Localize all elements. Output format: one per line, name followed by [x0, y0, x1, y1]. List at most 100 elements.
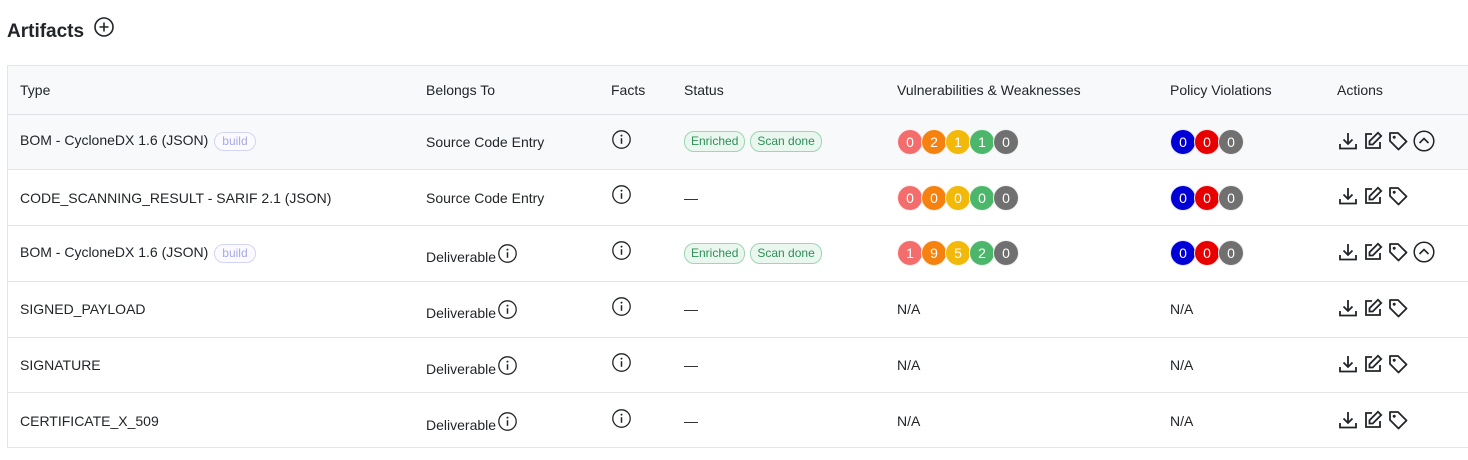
cell-status: —: [672, 393, 885, 447]
artifact-type: BOM - CycloneDX 1.6 (JSON): [20, 244, 209, 261]
facts-info-icon[interactable]: [611, 240, 632, 261]
tag-icon[interactable]: [1387, 297, 1409, 319]
tag-icon[interactable]: [1387, 241, 1409, 263]
policy-count-warn[interactable]: 0: [1194, 184, 1220, 211]
cell-status: —: [672, 337, 885, 394]
column-header-actions: Actions: [1325, 66, 1468, 115]
vuln-count-unassigned[interactable]: 0: [993, 184, 1019, 211]
table-row: SIGNATURE Deliverable — N/A N/A: [8, 337, 1468, 394]
policy-count-fail[interactable]: 0: [1170, 240, 1196, 267]
vuln-count-medium[interactable]: 5: [945, 240, 971, 267]
cell-actions: [1325, 393, 1468, 447]
download-icon[interactable]: [1337, 130, 1359, 152]
table-row: BOM - CycloneDX 1.6 (JSON) build Deliverab…: [8, 225, 1468, 282]
policy-count-warn[interactable]: 0: [1194, 240, 1220, 267]
vuln-count-critical[interactable]: 0: [897, 184, 923, 211]
policy-count-fail[interactable]: 0: [1170, 128, 1196, 155]
column-header-status[interactable]: Status: [672, 66, 885, 115]
column-header-facts[interactable]: Facts: [599, 66, 672, 115]
vuln-count-high[interactable]: 0: [921, 184, 947, 211]
vuln-count-low[interactable]: 0: [969, 184, 995, 211]
cell-vulnerabilities: N/A: [885, 393, 1158, 447]
table-header-row: Type Belongs To Facts Status Vulnerabili…: [8, 66, 1468, 115]
cell-vulnerabilities: N/A: [885, 337, 1158, 394]
cell-actions: [1325, 114, 1468, 171]
vuln-count-high[interactable]: 2: [921, 128, 947, 155]
vuln-count-critical[interactable]: 0: [897, 128, 923, 155]
build-tag: build: [214, 243, 256, 263]
policy-count-info[interactable]: 0: [1218, 128, 1244, 155]
vuln-count-high[interactable]: 9: [921, 240, 947, 267]
add-artifact-icon[interactable]: [93, 16, 115, 38]
edit-icon[interactable]: [1362, 297, 1384, 319]
cell-facts: [599, 337, 672, 394]
artifacts-table: Type Belongs To Facts Status Vulnerabili…: [7, 65, 1468, 448]
facts-info-icon[interactable]: [611, 296, 632, 317]
facts-info-icon[interactable]: [611, 408, 632, 429]
cell-actions: [1325, 169, 1468, 227]
download-icon[interactable]: [1337, 241, 1359, 263]
edit-icon[interactable]: [1362, 353, 1384, 375]
vuln-count-low[interactable]: 2: [969, 240, 995, 267]
status-empty: —: [684, 413, 698, 430]
chevron-up-circle-icon[interactable]: [1412, 240, 1436, 264]
table-row: SIGNED_PAYLOAD Deliverable — N/A N/A: [8, 281, 1468, 338]
facts-info-icon[interactable]: [611, 352, 632, 373]
edit-icon[interactable]: [1362, 409, 1384, 431]
vuln-count-medium[interactable]: 1: [945, 128, 971, 155]
download-icon[interactable]: [1337, 185, 1359, 207]
cell-type: SIGNED_PAYLOAD: [8, 281, 414, 338]
edit-icon[interactable]: [1362, 185, 1384, 207]
policy-count-fail[interactable]: 0: [1170, 184, 1196, 211]
artifact-type: SIGNED_PAYLOAD: [20, 301, 146, 318]
tag-icon[interactable]: [1387, 185, 1409, 207]
cell-vulnerabilities: N/A: [885, 281, 1158, 338]
tag-icon[interactable]: [1387, 409, 1409, 431]
policy-count-warn[interactable]: 0: [1194, 128, 1220, 155]
cell-status: Enriched Scan done: [672, 114, 885, 171]
edit-icon[interactable]: [1362, 130, 1384, 152]
facts-info-icon[interactable]: [611, 184, 632, 205]
tag-icon[interactable]: [1387, 353, 1409, 375]
vuln-count-medium[interactable]: 0: [945, 184, 971, 211]
info-icon[interactable]: [497, 243, 518, 264]
cell-policy-violations: N/A: [1158, 337, 1325, 394]
artifact-type: CODE_SCANNING_RESULT - SARIF 2.1 (JSON): [20, 189, 332, 206]
cell-belongs-to: Deliverable: [414, 337, 599, 394]
cell-type: BOM - CycloneDX 1.6 (JSON) build: [8, 114, 414, 171]
chevron-up-circle-icon[interactable]: [1412, 129, 1436, 153]
edit-icon[interactable]: [1362, 241, 1384, 263]
vuln-count-unassigned[interactable]: 0: [993, 240, 1019, 267]
vulns-na: N/A: [897, 357, 921, 374]
vuln-count-low[interactable]: 1: [969, 128, 995, 155]
facts-info-icon[interactable]: [611, 129, 632, 150]
info-icon[interactable]: [497, 355, 518, 376]
column-header-belongs-to[interactable]: Belongs To: [414, 66, 599, 115]
status-empty: —: [684, 357, 698, 374]
cell-facts: [599, 225, 672, 282]
column-header-type[interactable]: Type: [8, 66, 414, 115]
column-header-vulnerabilities[interactable]: Vulnerabilities & Weaknesses: [885, 66, 1158, 115]
policy-count-info[interactable]: 0: [1218, 184, 1244, 211]
belongs-to-label: Deliverable: [426, 417, 497, 434]
artifact-type: SIGNATURE: [20, 357, 101, 374]
download-icon[interactable]: [1337, 409, 1359, 431]
vuln-count-unassigned[interactable]: 0: [993, 128, 1019, 155]
policy-na: N/A: [1170, 301, 1194, 318]
cell-facts: [599, 114, 672, 171]
download-icon[interactable]: [1337, 353, 1359, 375]
table-row: BOM - CycloneDX 1.6 (JSON) build Source Co…: [8, 114, 1468, 171]
cell-type: CODE_SCANNING_RESULT - SARIF 2.1 (JSON): [8, 169, 414, 227]
info-icon[interactable]: [497, 299, 518, 320]
cell-vulnerabilities: 00000: [885, 169, 1158, 227]
info-icon[interactable]: [497, 411, 518, 432]
vuln-count-critical[interactable]: 1: [897, 240, 923, 267]
belongs-to-label: Deliverable: [426, 361, 497, 378]
column-header-policy-violations[interactable]: Policy Violations: [1158, 66, 1325, 115]
status-empty: —: [684, 189, 698, 206]
cell-belongs-to: Deliverable: [414, 225, 599, 282]
policy-count-info[interactable]: 0: [1218, 240, 1244, 267]
cell-type: BOM - CycloneDX 1.6 (JSON) build: [8, 225, 414, 282]
tag-icon[interactable]: [1387, 130, 1409, 152]
download-icon[interactable]: [1337, 297, 1359, 319]
